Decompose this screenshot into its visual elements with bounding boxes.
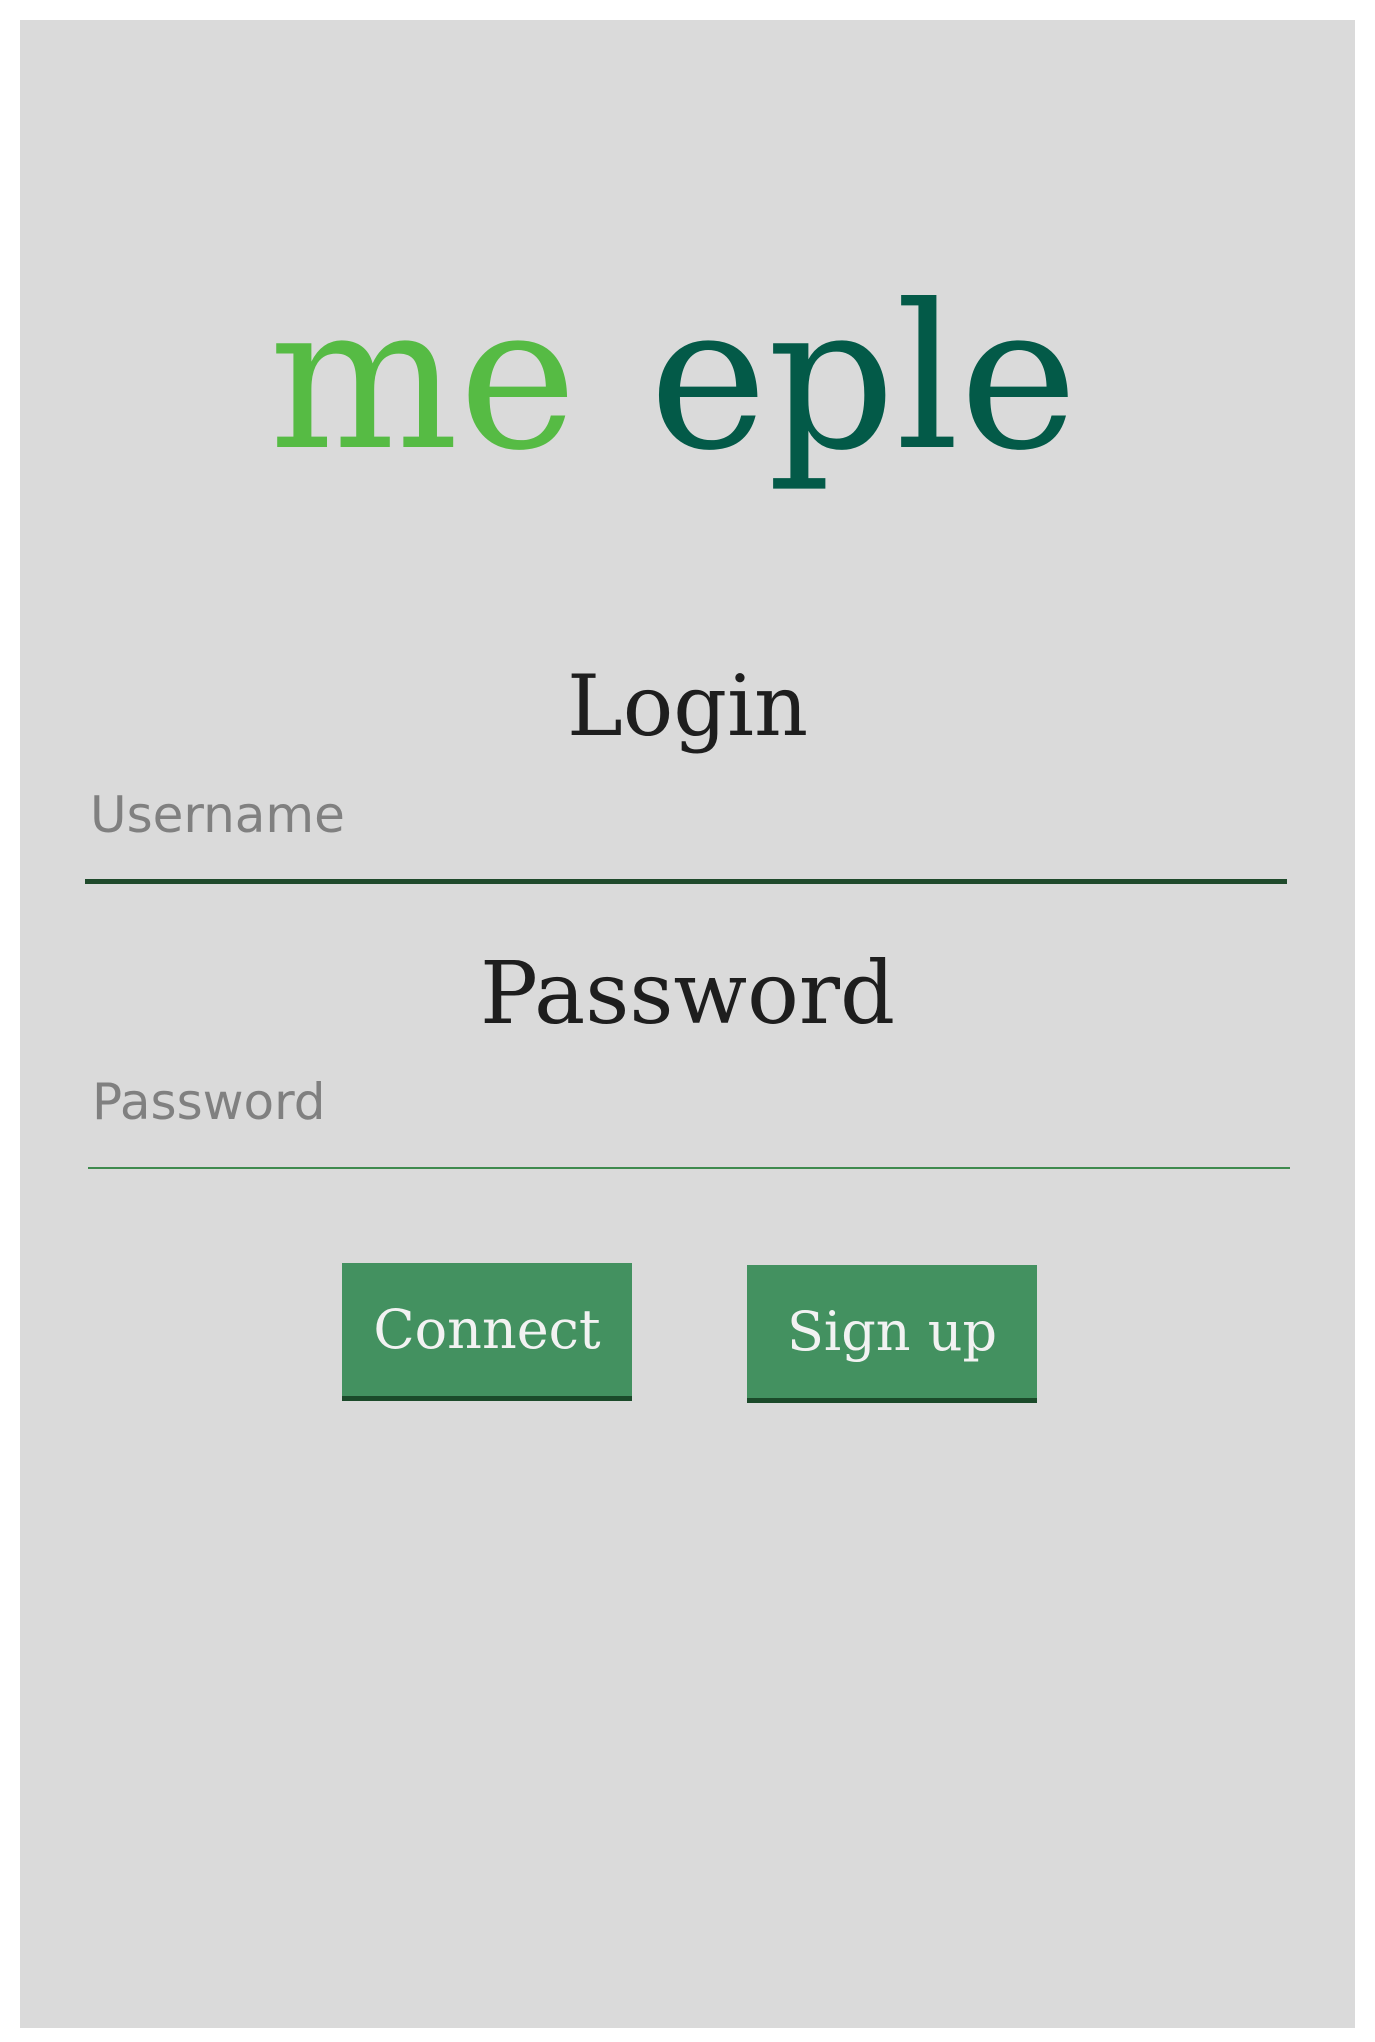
password-input[interactable] (88, 1062, 1288, 1142)
username-underline (85, 879, 1287, 884)
password-underline (88, 1167, 1290, 1169)
meeple-logo: me eple (269, 267, 1141, 531)
connect-button[interactable]: Connect (342, 1263, 632, 1401)
username-input[interactable] (86, 775, 1286, 855)
sign-up-button[interactable]: Sign up (747, 1265, 1037, 1403)
login-title: Login (566, 657, 809, 755)
logo-dark-letters: eple (649, 267, 1078, 495)
password-label: Password (479, 944, 896, 1044)
logo-light-letters: me (269, 267, 577, 495)
login-screen: me eple Login Password Connect Sign up (20, 20, 1355, 2028)
